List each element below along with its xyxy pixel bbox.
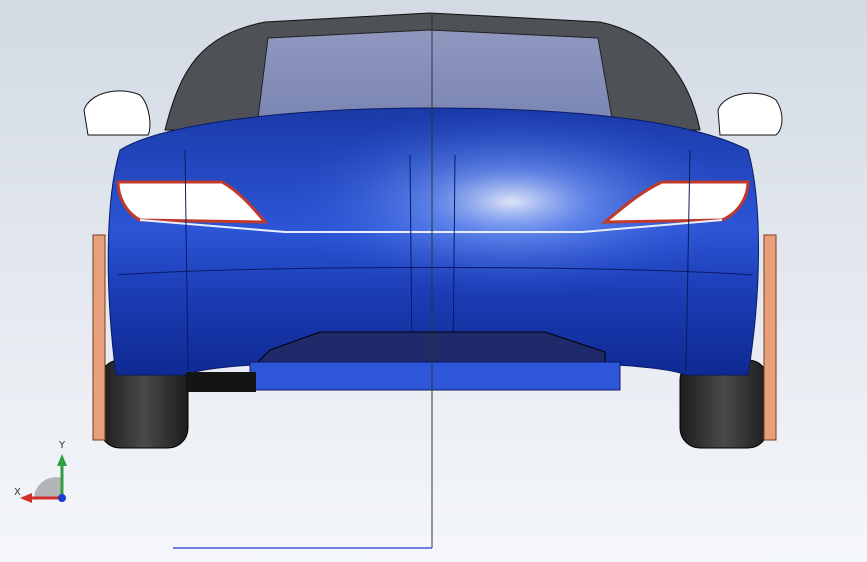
triad-icon	[20, 454, 67, 503]
graphics-viewport[interactable]: Y X	[0, 0, 867, 562]
right-mirror	[717, 92, 783, 136]
lower-bar	[249, 361, 621, 391]
rear-window	[257, 29, 613, 119]
car-model[interactable]	[0, 0, 867, 562]
right-brake	[763, 234, 777, 441]
left-mirror	[83, 90, 151, 136]
left-brake	[92, 234, 106, 441]
left-under	[186, 372, 256, 392]
coordinate-triad: Y X	[12, 440, 82, 510]
triad-y-label: Y	[59, 440, 66, 451]
triad-x-label: X	[14, 487, 21, 498]
